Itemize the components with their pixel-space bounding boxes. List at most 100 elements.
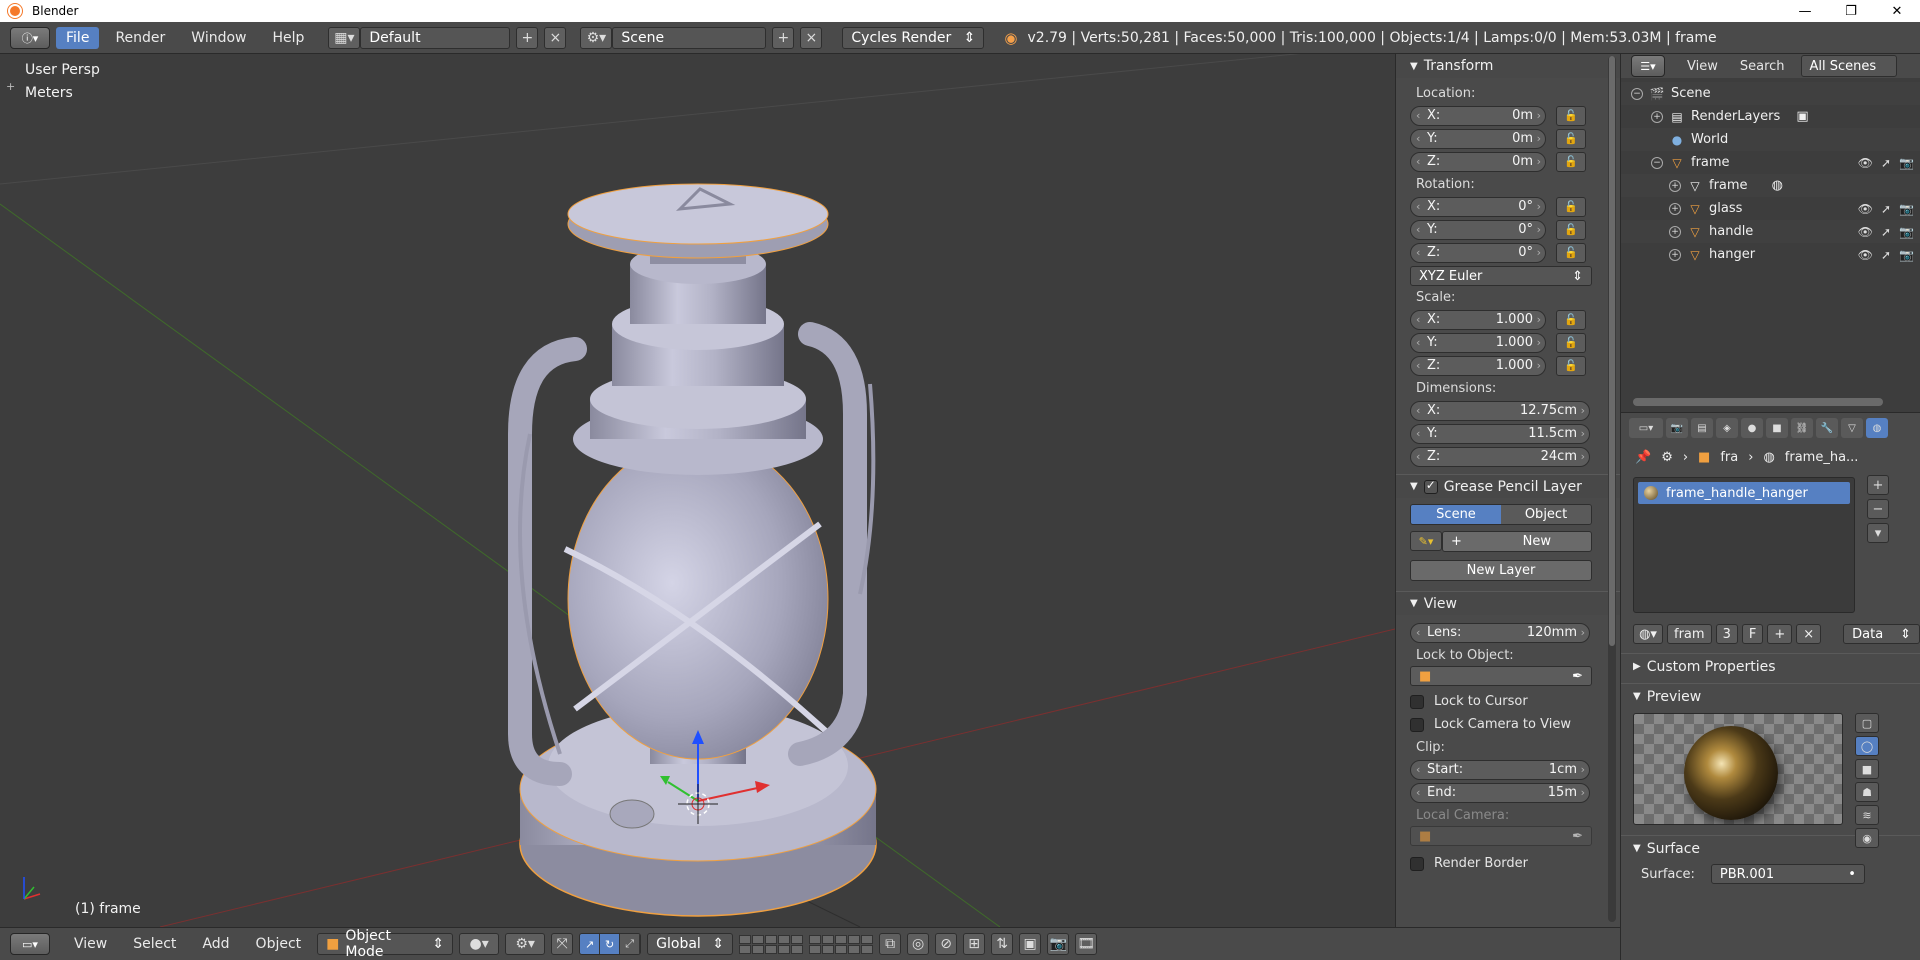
cursor-icon[interactable]: ➚ xyxy=(1881,248,1891,262)
outliner-row-scene[interactable]: − 🎬 Scene xyxy=(1621,82,1920,105)
layer-14[interactable] xyxy=(778,944,791,954)
viewport-editor-type-button[interactable]: ▭▾ xyxy=(10,933,50,955)
scale-z-field[interactable]: Z: 1.000 xyxy=(1410,355,1546,376)
lock-rotation-y-icon[interactable]: 🔓 xyxy=(1556,219,1586,240)
snap-target-icon[interactable]: ⇅ xyxy=(991,933,1014,955)
snap-element-icon[interactable]: ⊞ xyxy=(963,933,986,955)
transform-orientation-dropdown[interactable]: Global ⇕ xyxy=(647,933,734,955)
scale-manipulator-icon[interactable]: ⤢ xyxy=(620,934,641,954)
opengl-animation-icon[interactable]: 🎞 xyxy=(1075,933,1098,955)
preview-sphere-a-icon[interactable]: ◉ xyxy=(1855,828,1879,848)
lock-scale-x-icon[interactable]: 🔓 xyxy=(1556,309,1586,330)
layer-7[interactable] xyxy=(822,934,835,944)
menu-help[interactable]: Help xyxy=(262,27,314,49)
scale-y-field[interactable]: Y: 1.000 xyxy=(1410,332,1546,353)
layer-17[interactable] xyxy=(822,944,835,954)
preview-sphere-icon[interactable]: ◯ xyxy=(1855,736,1879,756)
camera-icon[interactable]: 📷 xyxy=(1899,225,1914,239)
properties-editor-type-button[interactable]: ▭▾ xyxy=(1629,418,1663,438)
layer-9[interactable] xyxy=(848,934,861,944)
lock-layers-icon[interactable]: ⧉ xyxy=(879,933,902,955)
lock-cursor-checkbox[interactable]: Lock to Cursor xyxy=(1396,690,1620,713)
lock-scale-z-icon[interactable]: 🔓 xyxy=(1556,355,1586,376)
outliner-row-world[interactable]: ● World xyxy=(1621,128,1920,151)
camera-icon[interactable]: 📷 xyxy=(1899,248,1914,262)
location-z-field[interactable]: Z: 0m xyxy=(1410,151,1546,172)
pin-icon[interactable]: 📌 xyxy=(1635,450,1651,465)
transform-panel-header[interactable]: ▼ Transform xyxy=(1396,54,1620,78)
dimension-y-field[interactable]: Y: 11.5cm xyxy=(1410,423,1590,444)
proportional-edit-icon[interactable]: ◎ xyxy=(907,933,930,955)
lock-rotation-z-icon[interactable]: 🔓 xyxy=(1556,242,1586,263)
rotation-z-field[interactable]: Z: 0° xyxy=(1410,242,1546,263)
layer-11[interactable] xyxy=(739,944,752,954)
viewport-scene[interactable]: + xyxy=(0,54,1395,927)
grease-scene-button[interactable]: Scene xyxy=(1411,505,1501,524)
tab-modifiers-icon[interactable]: 🔧 xyxy=(1816,418,1838,438)
pivot-point-dropdown[interactable]: ⚙▾ xyxy=(505,933,546,955)
add-scene-button[interactable]: + xyxy=(772,26,795,49)
outliner-scrollbar[interactable] xyxy=(1633,398,1883,406)
material-browse-icon[interactable]: ◍▾ xyxy=(1633,624,1663,644)
slot-menu-chevron-icon[interactable]: ▾ xyxy=(1867,523,1889,543)
close-window-button[interactable]: ✕ xyxy=(1874,0,1920,22)
rotation-mode-dropdown[interactable]: XYZ Euler ⇕ xyxy=(1410,266,1592,286)
remove-layout-button[interactable]: × xyxy=(544,26,567,49)
material-slot-list[interactable]: frame_handle_hanger xyxy=(1633,477,1855,613)
lock-rotation-x-icon[interactable]: 🔓 xyxy=(1556,196,1586,217)
outliner-row-handle[interactable]: + ▽ handle 👁 ➚ 📷 xyxy=(1621,220,1920,243)
viewport-expand-plus[interactable]: + xyxy=(6,80,15,93)
lock-object-field[interactable]: ■ ✒ xyxy=(1410,666,1592,686)
outliner-search-menu[interactable]: Search xyxy=(1740,59,1785,74)
tab-render-icon[interactable]: 📷 xyxy=(1666,418,1688,438)
new-material-button[interactable]: + xyxy=(1767,624,1793,644)
preview-hair-icon[interactable]: ≋ xyxy=(1855,805,1879,825)
manipulator-toggle-icon[interactable]: ⤧ xyxy=(551,933,574,955)
info-editor-type-button[interactable]: ⓘ▾ xyxy=(10,26,50,49)
grease-object-button[interactable]: Object xyxy=(1501,505,1591,524)
scene-layers-grid-2[interactable] xyxy=(809,934,874,954)
lock-camera-checkbox[interactable]: Lock Camera to View xyxy=(1396,713,1620,736)
layer-16[interactable] xyxy=(809,944,822,954)
layer-5[interactable] xyxy=(791,934,804,944)
pencil-icon[interactable]: ✎▾ xyxy=(1410,531,1442,551)
grease-pencil-toggle[interactable] xyxy=(1423,478,1438,494)
outliner-editor-type-button[interactable]: ☰▾ xyxy=(1631,55,1665,77)
expand-icon[interactable]: + xyxy=(1651,110,1663,123)
layer-19[interactable] xyxy=(848,944,861,954)
layer-4[interactable] xyxy=(778,934,791,944)
outliner-view-menu[interactable]: View xyxy=(1687,59,1718,74)
layer-1[interactable] xyxy=(739,934,752,944)
material-slot-item[interactable]: frame_handle_hanger xyxy=(1638,482,1850,504)
tab-scene-icon[interactable]: ◈ xyxy=(1716,418,1738,438)
preview-monkey-icon[interactable]: ☗ xyxy=(1855,782,1879,802)
outliner-row-frame-mesh[interactable]: + ▽ frame ◍ xyxy=(1621,174,1920,197)
layer-18[interactable] xyxy=(835,944,848,954)
camera-icon[interactable]: 📷 xyxy=(1899,156,1914,170)
outliner-row-frame-object[interactable]: − ▽ frame 👁 ➚ 📷 xyxy=(1621,151,1920,174)
screen-layout-icon[interactable]: ▦▾ xyxy=(328,26,361,49)
snap-toggle-icon[interactable]: ⊘ xyxy=(935,933,958,955)
menu-window[interactable]: Window xyxy=(181,27,256,49)
npanel-scrollbar-thumb[interactable] xyxy=(1609,56,1615,646)
menu-select[interactable]: Select xyxy=(123,933,186,955)
material-name-field[interactable]: fram xyxy=(1667,624,1712,644)
remove-slot-button[interactable]: − xyxy=(1867,499,1889,519)
menu-file[interactable]: File xyxy=(56,26,100,49)
3d-viewport[interactable]: + User Persp Meters (1) frame xyxy=(0,54,1395,927)
layer-13[interactable] xyxy=(765,944,778,954)
view-panel-header[interactable]: ▼ View xyxy=(1396,591,1620,615)
screen-layout-field[interactable]: Default xyxy=(360,26,511,49)
tab-constraints-icon[interactable]: ⛓ xyxy=(1791,418,1813,438)
scale-x-field[interactable]: X: 1.000 xyxy=(1410,309,1546,330)
grease-pencil-header[interactable]: ▼ Grease Pencil Layer xyxy=(1396,474,1620,498)
custom-properties-header[interactable]: ▶ Custom Properties xyxy=(1621,653,1920,679)
layer-12[interactable] xyxy=(752,944,765,954)
unlink-material-button[interactable]: × xyxy=(1796,624,1822,644)
outliner-row-glass[interactable]: + ▽ glass 👁 ➚ 📷 xyxy=(1621,197,1920,220)
eye-icon[interactable]: 👁 xyxy=(1858,225,1873,239)
fake-user-button[interactable]: F xyxy=(1741,624,1764,644)
outliner-row-hanger[interactable]: + ▽ hanger 👁 ➚ 📷 xyxy=(1621,243,1920,266)
eyedropper-icon[interactable]: ✒ xyxy=(1572,669,1583,684)
expand-icon[interactable]: + xyxy=(1669,248,1681,261)
